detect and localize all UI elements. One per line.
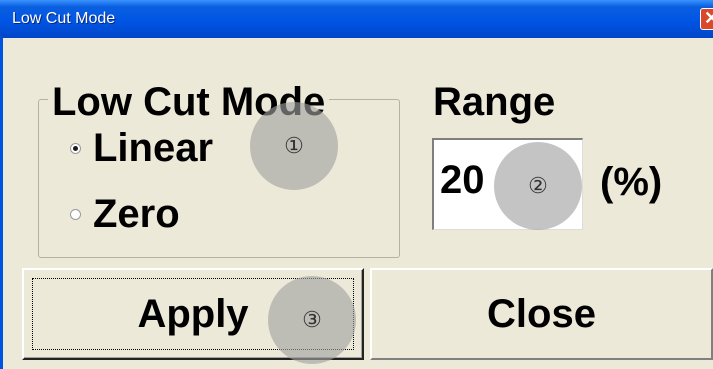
close-icon: ✕ <box>704 8 713 28</box>
radio-label-zero: Zero <box>93 192 180 236</box>
radio-label-linear: Linear <box>93 126 214 170</box>
radio-zero[interactable]: Zero <box>70 192 180 236</box>
callout-marker-1: ① <box>250 102 338 190</box>
range-label: Range <box>433 80 556 124</box>
dialog-window: Low Cut Mode ✕ Low Cut Mode Linear Zero … <box>0 0 713 369</box>
radio-button-zero[interactable] <box>70 208 81 220</box>
title-bar[interactable]: Low Cut Mode ✕ <box>0 0 713 38</box>
close-button-label: Close <box>487 291 596 336</box>
range-unit: (%) <box>600 160 663 204</box>
window-title: Low Cut Mode <box>12 10 116 27</box>
radio-button-linear[interactable] <box>70 142 81 154</box>
close-button[interactable]: Close <box>370 268 713 360</box>
window-close-button[interactable]: ✕ <box>700 8 713 30</box>
callout-marker-3: ③ <box>268 276 356 364</box>
window-border <box>0 38 3 369</box>
radio-linear[interactable]: Linear <box>70 126 213 170</box>
callout-marker-2: ② <box>494 142 582 230</box>
